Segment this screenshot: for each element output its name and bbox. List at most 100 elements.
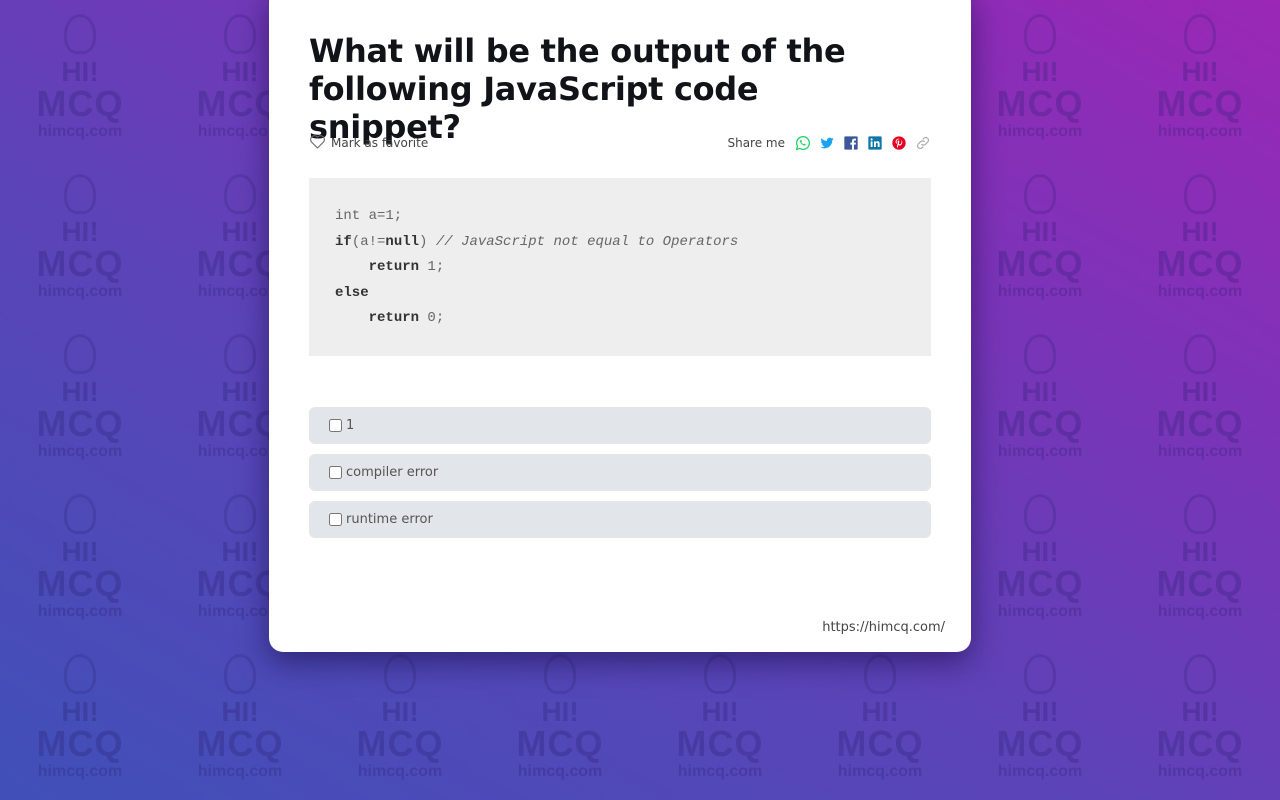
option-2[interactable]: compiler error	[309, 454, 931, 491]
option-label: 1	[346, 418, 355, 433]
option-checkbox[interactable]	[329, 419, 342, 432]
watermark-hi: HI!	[1021, 216, 1059, 247]
brain-logo-icon	[224, 174, 256, 214]
watermark-hi: HI!	[221, 56, 259, 87]
watermark-tile: HI!MCQhimcq.com	[800, 640, 960, 800]
watermark-mcq: MCQ	[196, 723, 284, 764]
brain-logo-icon	[224, 654, 256, 694]
brain-logo-icon	[64, 494, 96, 534]
twitter-icon[interactable]	[819, 135, 835, 151]
watermark-mcq: MCQ	[996, 723, 1084, 764]
code-snippet: int a=1; if(a!=null) // JavaScript not eq…	[309, 178, 931, 356]
brain-logo-icon	[1024, 654, 1056, 694]
meta-row: Mark as favorite Share me	[309, 133, 931, 153]
watermark-url: himcq.com	[997, 123, 1083, 140]
code-keyword: return	[368, 259, 420, 275]
watermark-mcq: MCQ	[36, 243, 124, 284]
link-icon[interactable]	[915, 135, 931, 151]
watermark-url: himcq.com	[1157, 283, 1243, 300]
watermark-hi: HI!	[61, 696, 99, 727]
code-line: int a=1;	[335, 204, 905, 230]
option-1[interactable]: 1	[309, 407, 931, 444]
brain-logo-icon	[64, 174, 96, 214]
watermark-tile: HI!MCQhimcq.com	[0, 480, 160, 640]
watermark-tile: HI!MCQhimcq.com	[160, 640, 320, 800]
question-card: What will be the output of the following…	[269, 0, 971, 652]
brain-logo-icon	[864, 654, 896, 694]
watermark-tile: HI!MCQhimcq.com	[960, 640, 1120, 800]
pinterest-icon[interactable]	[891, 135, 907, 151]
option-3[interactable]: runtime error	[309, 501, 931, 538]
watermark-url: himcq.com	[997, 603, 1083, 620]
watermark-tile: HI!MCQhimcq.com	[960, 160, 1120, 320]
mark-favorite-button[interactable]: Mark as favorite	[309, 134, 428, 152]
code-text: 0;	[419, 310, 445, 326]
watermark-hi: HI!	[61, 536, 99, 567]
watermark-mcq: MCQ	[1156, 723, 1244, 764]
site-url: https://himcq.com/	[822, 620, 945, 635]
watermark-url: himcq.com	[37, 123, 123, 140]
watermark-tile: HI!MCQhimcq.com	[0, 160, 160, 320]
watermark-url: himcq.com	[1157, 603, 1243, 620]
watermark-mcq: MCQ	[836, 723, 924, 764]
brain-logo-icon	[1184, 494, 1216, 534]
brain-logo-icon	[1024, 174, 1056, 214]
share-bar: Share me	[727, 135, 931, 151]
watermark-mcq: MCQ	[996, 403, 1084, 444]
watermark-url: himcq.com	[37, 603, 123, 620]
watermark-url: himcq.com	[37, 763, 123, 780]
brain-logo-icon	[1184, 334, 1216, 374]
watermark-mcq: MCQ	[36, 723, 124, 764]
facebook-icon[interactable]	[843, 135, 859, 151]
watermark-hi: HI!	[61, 216, 99, 247]
code-text: (a!=	[351, 233, 386, 250]
watermark-tile: HI!MCQhimcq.com	[960, 480, 1120, 640]
brain-logo-icon	[1184, 14, 1216, 54]
whatsapp-icon[interactable]	[795, 135, 811, 151]
watermark-mcq: MCQ	[36, 83, 124, 124]
watermark-hi: HI!	[701, 696, 739, 727]
watermark-url: himcq.com	[677, 763, 763, 780]
code-line: else	[335, 281, 905, 307]
code-keyword: if	[335, 233, 352, 250]
watermark-tile: HI!MCQhimcq.com	[320, 640, 480, 800]
option-label: compiler error	[346, 465, 439, 480]
watermark-hi: HI!	[1021, 536, 1059, 567]
watermark-tile: HI!MCQhimcq.com	[0, 640, 160, 800]
watermark-hi: HI!	[61, 56, 99, 87]
watermark-mcq: MCQ	[996, 563, 1084, 604]
watermark-mcq: MCQ	[1156, 403, 1244, 444]
option-checkbox[interactable]	[329, 466, 342, 479]
code-text: )	[419, 233, 436, 250]
watermark-url: himcq.com	[1157, 443, 1243, 460]
watermark-url: himcq.com	[1157, 123, 1243, 140]
watermark-hi: HI!	[1181, 56, 1219, 87]
watermark-hi: HI!	[381, 696, 419, 727]
watermark-mcq: MCQ	[1156, 563, 1244, 604]
watermark-url: himcq.com	[997, 283, 1083, 300]
watermark-mcq: MCQ	[1156, 243, 1244, 284]
watermark-url: himcq.com	[997, 763, 1083, 780]
share-label: Share me	[727, 136, 785, 150]
watermark-tile: HI!MCQhimcq.com	[1120, 320, 1280, 480]
brain-logo-icon	[384, 654, 416, 694]
watermark-tile: HI!MCQhimcq.com	[1120, 640, 1280, 800]
watermark-tile: HI!MCQhimcq.com	[0, 0, 160, 160]
code-line: return 1;	[335, 255, 905, 281]
brain-logo-icon	[64, 654, 96, 694]
watermark-hi: HI!	[1021, 376, 1059, 407]
heart-icon	[309, 134, 326, 152]
option-label: runtime error	[346, 512, 433, 527]
watermark-url: himcq.com	[837, 763, 923, 780]
linkedin-icon[interactable]	[867, 135, 883, 151]
brain-logo-icon	[1184, 174, 1216, 214]
code-line: if(a!=null) // JavaScript not equal to O…	[335, 230, 905, 256]
watermark-mcq: MCQ	[996, 243, 1084, 284]
brain-logo-icon	[1184, 654, 1216, 694]
option-checkbox[interactable]	[329, 513, 342, 526]
watermark-mcq: MCQ	[996, 83, 1084, 124]
watermark-hi: HI!	[1181, 216, 1219, 247]
watermark-hi: HI!	[221, 376, 259, 407]
brain-logo-icon	[224, 334, 256, 374]
